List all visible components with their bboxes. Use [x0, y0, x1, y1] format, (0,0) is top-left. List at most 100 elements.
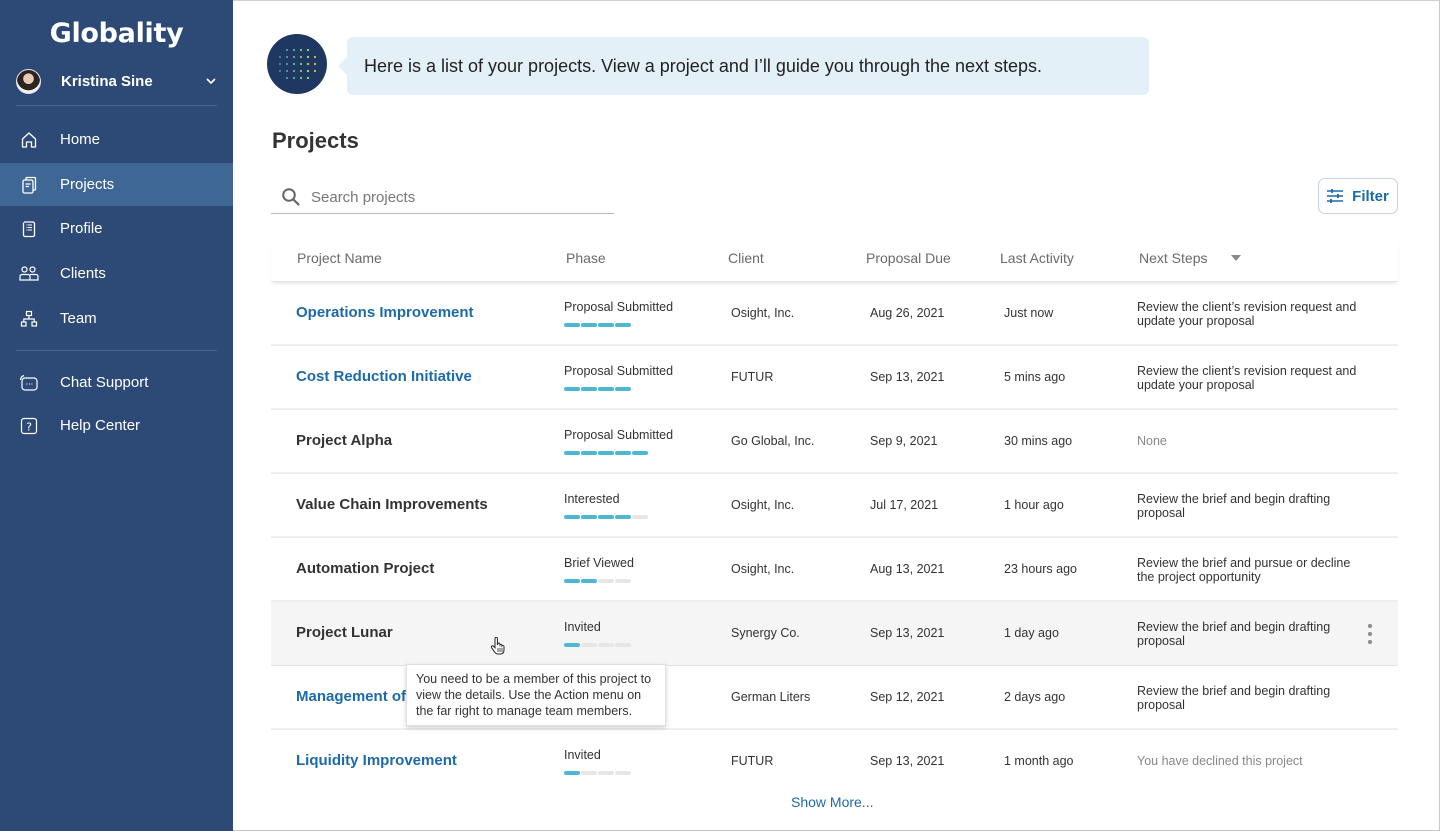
- assistant-dot: [306, 48, 310, 52]
- phase-progress-bar: [564, 579, 631, 583]
- project-name[interactable]: Cost Reduction Initiative: [296, 368, 472, 385]
- home-icon: [19, 130, 39, 150]
- assistant-dot: [299, 76, 303, 80]
- sidebar-item-team[interactable]: Team: [0, 297, 233, 340]
- phase-progress-bar: [564, 643, 631, 647]
- assistant-dot: [306, 69, 310, 73]
- phase-progress-bar: [564, 323, 631, 327]
- assistant-dot: [306, 55, 310, 59]
- progress-segment: [598, 579, 614, 583]
- project-name[interactable]: Liquidity Improvement: [296, 752, 457, 769]
- project-name[interactable]: Operations Improvement: [296, 304, 474, 321]
- assistant-dot: [285, 69, 289, 73]
- project-phase: Interested: [564, 492, 620, 506]
- column-header-next-steps[interactable]: Next Steps: [1139, 250, 1207, 266]
- progress-segment: [564, 451, 580, 455]
- column-header-proposal-due[interactable]: Proposal Due: [866, 250, 951, 266]
- sidebar-item-projects[interactable]: Projects: [0, 163, 233, 206]
- proposal-due-date: Sep 12, 2021: [870, 690, 945, 704]
- next-steps: Review the brief and begin drafting prop…: [1137, 492, 1331, 520]
- table-row[interactable]: Project Lunar Invited Synergy Co. Sep 13…: [271, 602, 1398, 666]
- assistant-dot: [292, 55, 296, 59]
- progress-segment: [581, 387, 597, 391]
- project-name[interactable]: Management of: [296, 688, 406, 705]
- tooltip: You need to be a member of this project …: [406, 664, 666, 726]
- assistant-dot: [313, 62, 317, 66]
- sidebar-divider: [16, 350, 217, 351]
- progress-segment: [615, 323, 631, 327]
- next-steps: Review the brief and begin drafting prop…: [1137, 684, 1331, 712]
- sidebar-divider: [16, 105, 217, 106]
- next-steps: Review the client’s revision request and…: [1137, 300, 1357, 328]
- progress-segment: [581, 771, 597, 775]
- assistant-avatar: [267, 34, 327, 94]
- table-row[interactable]: Operations Improvement Proposal Submitte…: [271, 282, 1398, 346]
- user-menu[interactable]: Kristina Sine: [16, 66, 219, 96]
- project-client: Osight, Inc.: [731, 562, 795, 576]
- globality-logo[interactable]: Globality: [0, 18, 233, 49]
- project-phase: Proposal Submitted: [564, 428, 674, 442]
- progress-segment: [615, 451, 631, 455]
- assistant-dot: [299, 55, 303, 59]
- sidebar-item-help-center[interactable]: ? Help Center: [0, 404, 233, 447]
- proposal-due-date: Sep 13, 2021: [870, 754, 945, 768]
- table-row[interactable]: Liquidity Improvement Invited FUTUR Sep …: [271, 730, 1398, 794]
- project-name: Project Alpha: [296, 432, 393, 449]
- sidebar-item-label: Clients: [60, 265, 106, 282]
- sidebar-item-label: Help Center: [60, 417, 141, 434]
- proposal-due-date: Sep 13, 2021: [870, 626, 945, 640]
- sidebar-item-label: Team: [60, 310, 97, 327]
- table-row[interactable]: Value Chain Improvements Interested Osig…: [271, 474, 1398, 538]
- assistant-message: Here is a list of your projects. View a …: [338, 37, 1149, 95]
- project-phase: Invited: [564, 748, 601, 762]
- sidebar-item-home[interactable]: Home: [0, 118, 233, 161]
- progress-segment: [615, 579, 631, 583]
- table-row[interactable]: Project Alpha Proposal Submitted Go Glob…: [271, 410, 1398, 474]
- table-row[interactable]: Cost Reduction Initiative Proposal Submi…: [271, 346, 1398, 410]
- assistant-dot: [299, 48, 303, 52]
- assistant-dot: [313, 55, 317, 59]
- project-name: Project Lunar: [296, 624, 393, 641]
- row-action-menu-icon[interactable]: [1362, 624, 1378, 644]
- sidebar-item-label: Chat Support: [60, 374, 149, 391]
- next-steps: Review the brief and pursue or decline t…: [1137, 556, 1351, 584]
- page-title: Projects: [272, 128, 359, 153]
- sidebar-item-profile[interactable]: Profile: [0, 207, 233, 250]
- sort-dropdown-icon[interactable]: [1231, 255, 1241, 261]
- sidebar-item-clients[interactable]: Clients: [0, 252, 233, 295]
- assistant-dot: [278, 55, 282, 59]
- progress-segment: [564, 579, 580, 583]
- last-activity: 1 day ago: [1004, 626, 1059, 640]
- column-header-phase[interactable]: Phase: [566, 250, 606, 266]
- project-client: Go Global, Inc.: [731, 434, 815, 448]
- assistant-dot: [292, 48, 296, 52]
- column-header-last-activity[interactable]: Last Activity: [1000, 250, 1074, 266]
- sidebar-item-chat-support[interactable]: Chat Support: [0, 361, 233, 404]
- column-header-client[interactable]: Client: [728, 250, 764, 266]
- help-center-icon: ?: [19, 416, 39, 436]
- project-phase: Brief Viewed: [564, 556, 634, 570]
- table-row[interactable]: Automation Project Brief Viewed Osight, …: [271, 538, 1398, 602]
- user-name: Kristina Sine: [61, 72, 153, 90]
- user-avatar: [16, 68, 41, 94]
- chevron-down-icon[interactable]: [205, 75, 217, 87]
- proposal-due-date: Jul 17, 2021: [870, 498, 939, 512]
- progress-segment: [598, 451, 614, 455]
- project-client: Synergy Co.: [731, 626, 800, 640]
- column-header-project-name[interactable]: Project Name: [297, 250, 382, 266]
- filter-button[interactable]: Filter: [1318, 178, 1398, 214]
- search-input[interactable]: [311, 188, 601, 206]
- search-field[interactable]: [271, 181, 614, 214]
- filter-button-label: Filter: [1352, 187, 1389, 205]
- progress-segment: [564, 323, 580, 327]
- assistant-dot: [292, 76, 296, 80]
- assistant-dot: [292, 62, 296, 66]
- show-more-link[interactable]: Show More...: [791, 794, 873, 810]
- projects-icon: [19, 175, 39, 195]
- team-icon: [19, 309, 39, 329]
- sidebar-item-label: Profile: [60, 220, 103, 237]
- chat-support-icon: [19, 373, 39, 393]
- assistant-dots-icon: [278, 48, 317, 80]
- proposal-due-date: Sep 13, 2021: [870, 370, 945, 384]
- progress-segment: [581, 451, 597, 455]
